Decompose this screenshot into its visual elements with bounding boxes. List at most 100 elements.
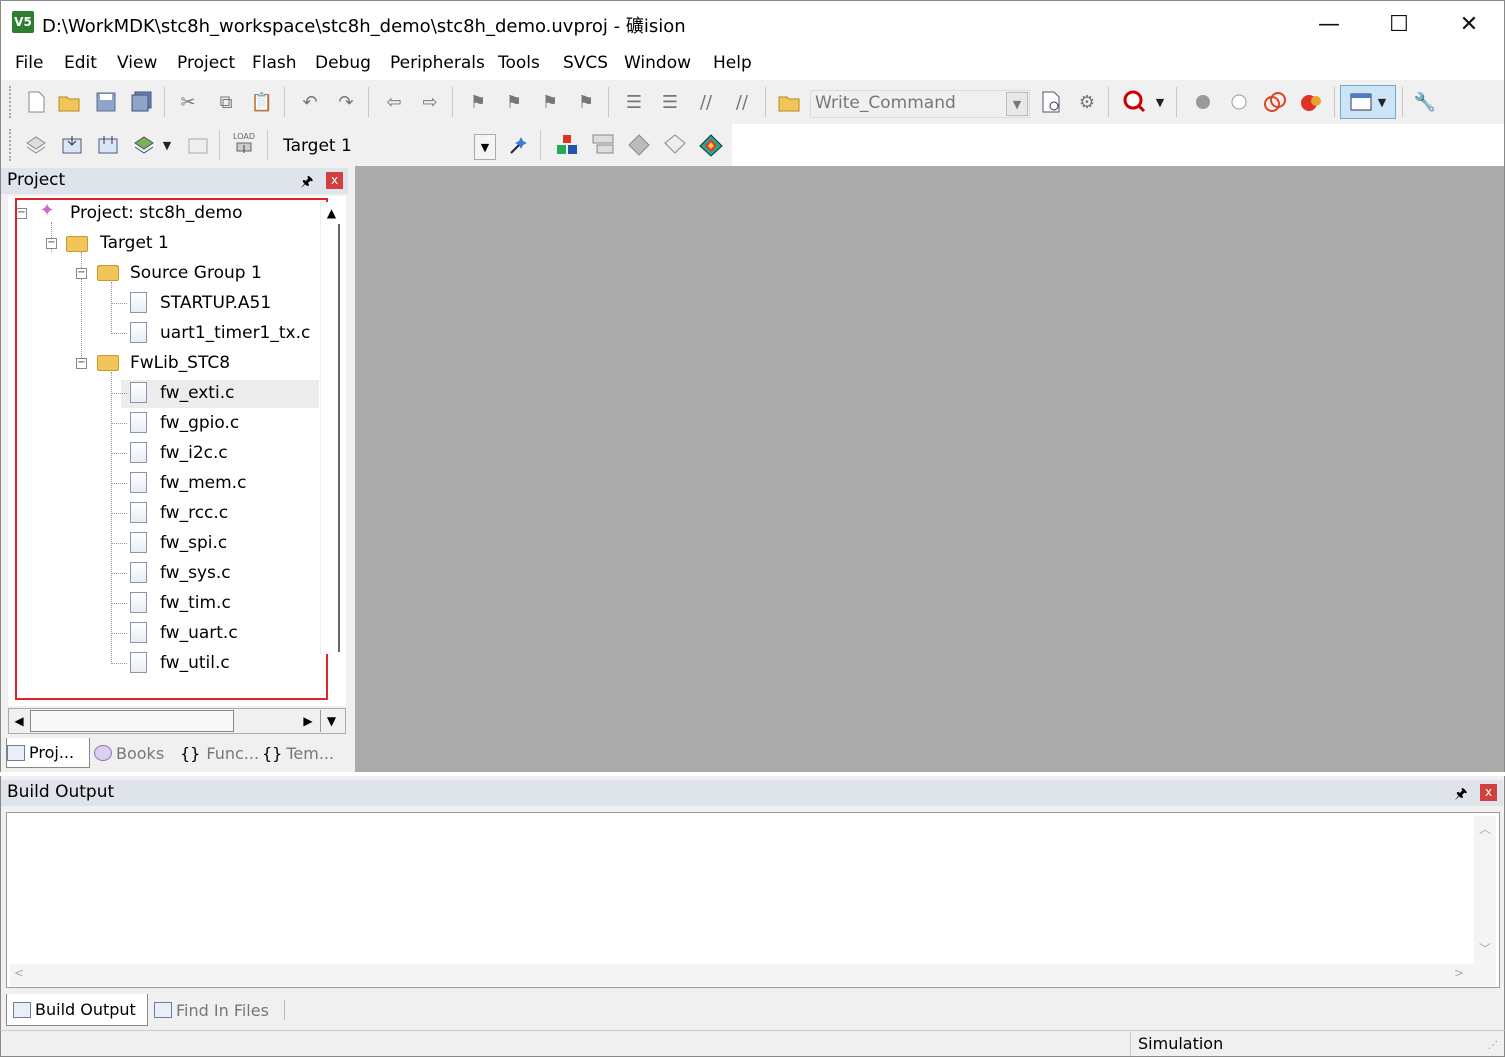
load-label: LOAD: [233, 132, 255, 141]
rebuild-icon[interactable]: [93, 130, 123, 160]
manage-components-icon[interactable]: [624, 130, 654, 160]
configure-icon[interactable]: 🔧: [1410, 87, 1440, 117]
tab-build-output[interactable]: Build Output: [6, 994, 148, 1026]
editor-area[interactable]: [355, 166, 1505, 772]
debug-dropdown-icon[interactable]: ▼: [1150, 87, 1170, 117]
build-icon[interactable]: [57, 130, 87, 160]
menu-help[interactable]: Help: [713, 53, 752, 73]
scrollbar-thumb[interactable]: [30, 710, 234, 732]
minimize-button[interactable]: —: [1294, 0, 1364, 48]
unindent-icon[interactable]: ☰: [655, 87, 685, 117]
pin-icon[interactable]: 🖈: [1452, 783, 1470, 801]
breakpoint-kill-all-icon[interactable]: [1296, 87, 1326, 117]
comment-icon[interactable]: //: [691, 87, 721, 117]
navigate-back-icon[interactable]: ⇦: [379, 87, 409, 117]
breakpoint-disable-icon[interactable]: [1224, 87, 1254, 117]
uncomment-icon[interactable]: //: [727, 87, 757, 117]
translate-icon[interactable]: [21, 130, 51, 160]
menu-debug[interactable]: Debug: [315, 53, 371, 73]
tab-label: Build Output: [35, 1000, 136, 1019]
save-icon[interactable]: [91, 87, 121, 117]
scroll-right-icon[interactable]: >: [1454, 966, 1464, 980]
scroll-right-icon[interactable]: ▶: [298, 710, 318, 732]
templates-icon: {}: [262, 744, 282, 763]
tab-label: Func...: [206, 744, 259, 763]
find-icon[interactable]: [1036, 87, 1066, 117]
build-horizontal-scrollbar[interactable]: [10, 964, 1496, 986]
download-icon[interactable]: LOAD: [229, 128, 259, 158]
chevron-down-icon[interactable]: ▼: [474, 134, 496, 160]
batch-build-icon[interactable]: [129, 130, 159, 160]
scroll-up-icon[interactable]: ︿: [1479, 820, 1491, 837]
menu-svcs[interactable]: SVCS: [563, 53, 608, 73]
tab-templates[interactable]: {}Tem...: [262, 738, 334, 768]
command-combo-value: Write_Command: [815, 93, 956, 113]
debug-session-icon[interactable]: [1120, 87, 1150, 117]
save-all-icon[interactable]: [127, 87, 157, 117]
scroll-left-icon[interactable]: <: [14, 966, 24, 980]
build-output-text[interactable]: [6, 812, 1500, 988]
resize-grip-icon[interactable]: ⋰: [1488, 1040, 1498, 1051]
project-panel-title: Project: [7, 170, 65, 190]
cut-icon[interactable]: ✂: [173, 87, 203, 117]
window-title: D:\WorkMDK\stc8h_workspace\stc8h_demo\st…: [42, 12, 686, 38]
manage-project-items-icon[interactable]: [552, 130, 582, 160]
scroll-down-icon[interactable]: ﹀: [1479, 940, 1491, 957]
select-packs-icon[interactable]: [588, 130, 618, 160]
books-icon: [94, 745, 112, 761]
undo-icon[interactable]: ↶: [295, 87, 325, 117]
menu-file[interactable]: File: [15, 53, 43, 73]
menu-edit[interactable]: Edit: [64, 53, 97, 73]
incremental-find-icon[interactable]: ⚙: [1072, 87, 1102, 117]
build-output-header: [1, 780, 1503, 806]
scroll-down-icon[interactable]: ▼: [320, 710, 342, 732]
scrollbar-thumb[interactable]: [338, 224, 343, 652]
project-tab-icon: [7, 745, 25, 761]
indent-icon[interactable]: ☰: [619, 87, 649, 117]
new-file-icon[interactable]: [21, 87, 51, 117]
panel-close-icon[interactable]: x: [1480, 784, 1497, 801]
options-for-target-icon[interactable]: [504, 130, 534, 160]
status-bar: [0, 1030, 1505, 1057]
paste-icon[interactable]: 📋: [247, 87, 277, 117]
menu-peripherals[interactable]: Peripherals: [390, 53, 485, 73]
menu-project[interactable]: Project: [177, 53, 235, 73]
bookmark-next-icon[interactable]: ⚑: [535, 87, 565, 117]
navigate-forward-icon[interactable]: ⇨: [415, 87, 445, 117]
copy-icon[interactable]: ⧉: [211, 87, 241, 117]
panel-close-icon[interactable]: x: [326, 172, 343, 189]
bookmark-prev-icon[interactable]: ⚑: [499, 87, 529, 117]
menu-flash[interactable]: Flash: [252, 53, 297, 73]
close-button[interactable]: ✕: [1434, 0, 1504, 48]
open-folder-icon[interactable]: [55, 87, 85, 117]
status-divider: [1130, 1032, 1131, 1056]
breakpoint-icon[interactable]: [1188, 87, 1218, 117]
breakpoint-kill-icon[interactable]: [1260, 87, 1290, 117]
pack-installer-diamond-icon[interactable]: [696, 130, 726, 160]
pin-icon[interactable]: 🖈: [298, 171, 316, 189]
menu-tools[interactable]: Tools: [498, 53, 540, 73]
tab-project[interactable]: Proj...: [6, 738, 90, 768]
pack-installer-icon[interactable]: [660, 130, 690, 160]
menu-window[interactable]: Window: [624, 53, 691, 73]
tab-books[interactable]: Books: [94, 738, 164, 768]
chevron-down-icon[interactable]: ▼: [1006, 92, 1028, 116]
target-combo-value: Target 1: [283, 136, 352, 156]
menu-view[interactable]: View: [117, 53, 157, 73]
toolbar-grip[interactable]: [9, 129, 13, 161]
redo-icon[interactable]: ↷: [331, 87, 361, 117]
toolbar-grip[interactable]: [9, 86, 13, 118]
bookmark-clear-icon[interactable]: ⚑: [571, 87, 601, 117]
bookmark-icon[interactable]: ⚑: [463, 87, 493, 117]
batch-dropdown-icon[interactable]: ▼: [157, 130, 177, 160]
tab-functions[interactable]: {}Func...: [180, 738, 259, 768]
maximize-button[interactable]: ☐: [1364, 0, 1434, 48]
find-in-files-icon[interactable]: [775, 87, 805, 117]
tab-label: Find In Files: [176, 1001, 269, 1020]
scroll-left-icon[interactable]: ◀: [9, 710, 29, 732]
tab-find-in-files[interactable]: Find In Files: [154, 994, 269, 1026]
scroll-up-icon[interactable]: ▲: [320, 202, 343, 224]
tab-label: Tem...: [286, 744, 334, 763]
stop-build-icon[interactable]: [183, 130, 213, 160]
layout-dropdown-icon[interactable]: ▼: [1372, 87, 1392, 117]
